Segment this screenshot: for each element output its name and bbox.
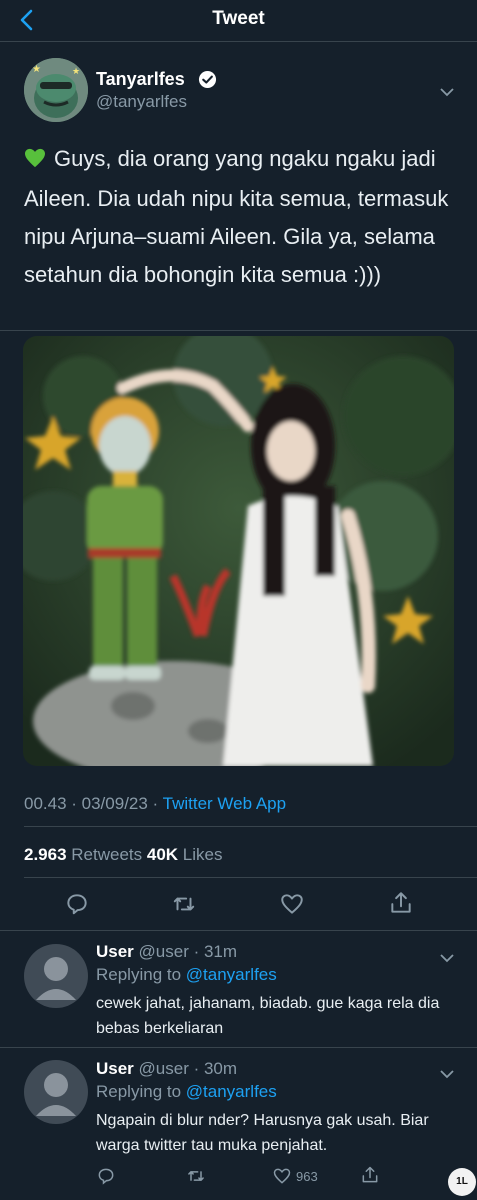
reply-avatar[interactable] (24, 1060, 88, 1124)
divider (0, 330, 477, 331)
reply-like-count: 963 (296, 1169, 318, 1184)
like-icon[interactable] (279, 891, 305, 917)
reply-text: cewek jahat, jahanam, biadab. gue kaga r… (96, 995, 440, 1037)
like-count[interactable]: 40K (147, 845, 178, 864)
mention-link[interactable]: @tanyarlfes (186, 1082, 277, 1101)
svg-text:★: ★ (32, 64, 41, 75)
svg-text:★: ★ (72, 66, 80, 76)
mention-link[interactable]: @tanyarlfes (186, 965, 277, 984)
author-handle[interactable]: @tanyarlfes (96, 92, 187, 112)
verified-badge-icon (198, 70, 217, 89)
replying-to: Replying to @tanyarlfes (96, 965, 277, 985)
tweet-image[interactable] (23, 336, 454, 766)
replying-prefix: Replying to (96, 965, 186, 984)
divider (24, 826, 477, 827)
reply-meta: @user · 31m (133, 942, 238, 961)
reply-avatar[interactable] (24, 944, 88, 1008)
share-icon[interactable] (360, 1165, 380, 1185)
likes-label[interactable]: Likes (178, 845, 223, 864)
chevron-down-icon[interactable] (440, 1066, 454, 1079)
reply-icon[interactable] (96, 1166, 116, 1186)
divider (0, 1047, 477, 1048)
tweet-text: Guys, dia orang yang ngaku ngaku jadi Ai… (24, 140, 456, 294)
reply-icon[interactable] (64, 891, 90, 917)
reply-header: User @user · 31m (96, 942, 237, 962)
share-icon[interactable] (388, 890, 414, 916)
replying-prefix: Replying to (96, 1082, 186, 1101)
watermark-logo: 1L (448, 1168, 476, 1196)
page-title: Tweet (212, 8, 265, 29)
replying-to: Replying to @tanyarlfes (96, 1082, 277, 1102)
retweet-icon[interactable] (186, 1166, 206, 1186)
timestamp-text: 00.43 · 03/09/23 · (24, 794, 163, 813)
reply-text: Ngapain di blur nder? Harusnya gak usah.… (96, 1112, 429, 1154)
source-link[interactable]: Twitter Web App (163, 794, 286, 813)
tweet-timestamp: 00.43 · 03/09/23 · Twitter Web App (24, 794, 286, 814)
reply-header: User @user · 30m (96, 1059, 237, 1079)
retweets-label[interactable]: Retweets (67, 845, 147, 864)
tweet-body: Guys, dia orang yang ngaku ngaku jadi Ai… (24, 146, 449, 287)
chevron-down-icon[interactable] (440, 950, 454, 963)
divider (0, 930, 477, 931)
avatar[interactable]: ★ ★ (24, 58, 88, 122)
green-heart-icon (24, 142, 46, 180)
retweet-icon[interactable] (171, 891, 197, 917)
divider (0, 41, 477, 42)
reply-author-name[interactable]: User (96, 1059, 134, 1078)
top-bar: Tweet (0, 0, 477, 40)
engagement-stats: 2.963 Retweets 40K Likes (24, 845, 222, 865)
divider (24, 877, 477, 878)
chevron-down-icon[interactable] (440, 84, 454, 97)
reply-meta: @user · 30m (133, 1059, 238, 1078)
reply-author-name[interactable]: User (96, 942, 134, 961)
retweet-count[interactable]: 2.963 (24, 845, 67, 864)
author-name[interactable]: Tanyarlfes (96, 69, 185, 90)
like-icon[interactable] (272, 1166, 292, 1186)
